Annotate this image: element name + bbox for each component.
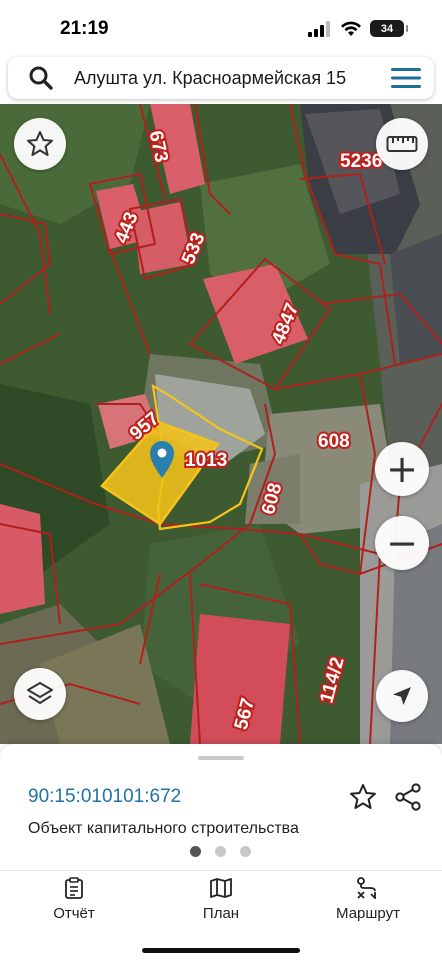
ruler-icon <box>386 136 418 152</box>
wifi-icon <box>341 21 361 36</box>
layers-button[interactable] <box>14 668 66 720</box>
sheet-drag-handle[interactable] <box>198 756 244 760</box>
bottom-tab-bar: Отчёт План Маршрут <box>0 870 442 960</box>
hamburger-menu-icon[interactable] <box>390 66 422 90</box>
page-indicator <box>190 846 256 860</box>
battery-level: 34 <box>380 22 394 35</box>
satellite-map[interactable]: 673 5236 443 533 4847 957 1013 608 608 1… <box>0 104 442 744</box>
tab-report[interactable]: Отчёт <box>14 877 134 929</box>
star-outline-icon <box>27 131 53 156</box>
star-outline-icon[interactable] <box>348 782 378 812</box>
search-input[interactable]: Алушта ул. Красноармейская 15 <box>74 68 346 89</box>
tab-report-label: Отчёт <box>53 905 95 922</box>
search-bar[interactable]: Алушта ул. Красноармейская 15 <box>8 57 434 99</box>
cellular-signal-icon <box>308 20 330 37</box>
battery-icon: 34 <box>370 20 408 37</box>
my-location-button[interactable] <box>376 670 428 722</box>
share-icon[interactable] <box>393 782 423 812</box>
tab-route[interactable]: Маршрут <box>308 877 428 929</box>
home-indicator[interactable] <box>142 948 300 953</box>
route-icon <box>357 877 376 899</box>
object-info-sheet[interactable]: 90:15:010101:672 Объект капитального стр… <box>0 744 442 870</box>
map-plan-icon <box>210 878 232 898</box>
report-icon <box>65 877 83 899</box>
page-dot-active[interactable] <box>190 846 201 857</box>
minus-icon: − <box>386 521 418 565</box>
parcel-label: 1013 <box>185 450 227 471</box>
object-type: Объект капитального строительства <box>28 820 299 837</box>
navigation-arrow-icon <box>393 687 411 705</box>
status-bar: 21:19 34 <box>0 0 442 56</box>
page-dot[interactable] <box>240 846 251 857</box>
map-view[interactable]: 673 5236 443 533 4847 957 1013 608 608 1… <box>0 104 442 744</box>
status-time: 21:19 <box>60 18 109 39</box>
status-icons: 34 <box>308 20 408 37</box>
parcel-label: 608 <box>318 431 350 452</box>
parcel-label: 5236 <box>340 151 382 172</box>
zoom-in-button[interactable]: + <box>375 442 429 496</box>
favorite-button[interactable] <box>14 118 66 170</box>
layers-icon <box>27 682 53 704</box>
tab-plan-label: План <box>202 905 240 922</box>
tab-route-label: Маршрут <box>336 905 400 922</box>
tab-plan[interactable]: План <box>161 877 281 929</box>
search-icon[interactable] <box>28 65 54 91</box>
cadastral-number[interactable]: 90:15:010101:672 <box>28 786 181 808</box>
page-dot[interactable] <box>215 846 226 857</box>
plus-icon: + <box>386 447 418 491</box>
ruler-button[interactable] <box>376 118 428 170</box>
zoom-out-button[interactable]: − <box>375 516 429 570</box>
